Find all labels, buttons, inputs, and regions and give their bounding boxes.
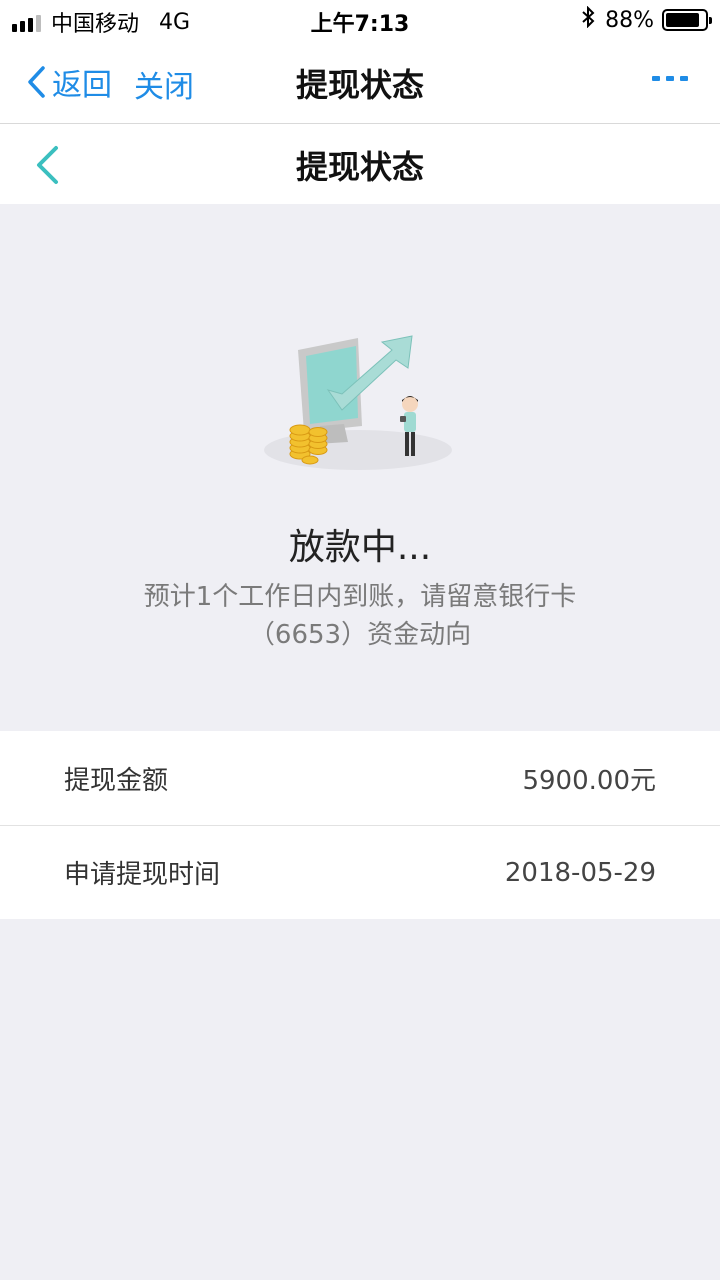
page-title: 提现状态 [295,66,424,104]
detail-label: 提现金额 [64,765,169,796]
more-icon[interactable] [652,76,688,81]
withdrawal-details: 提现金额 5900.00元 申请提现时间 2018-05-29 [0,731,720,919]
battery-icon [662,9,712,31]
browser-nav-bar: 返回 关闭 提现状态 [0,40,720,124]
status-description-line: 预计1个工作日内到账，请留意银行卡 [143,582,577,612]
bluetooth-icon [581,5,595,34]
detail-row-apply-time: 申请提现时间 2018-05-29 [0,825,720,919]
status-title: 放款中... [288,527,432,568]
app-header: 提现状态 [0,124,720,204]
withdrawal-status-section: 放款中... 预计1个工作日内到账，请留意银行卡 （6653）资金动向 [0,204,720,730]
detail-value: 5900.00元 [522,765,656,796]
battery-percent: 88% [605,7,654,33]
status-description-line: （6653）资金动向 [248,620,472,650]
status-description: 预计1个工作日内到账，请留意银行卡 （6653）资金动向 [80,578,640,654]
status-bar-right: 88% [581,5,712,34]
transfer-illustration-icon [264,335,452,470]
status-bar: 中国移动 4G 上午7:13 88% [0,0,720,40]
detail-label: 申请提现时间 [64,860,221,890]
detail-value: 2018-05-29 [504,857,656,888]
detail-row-amount: 提现金额 5900.00元 [0,731,720,825]
header-title: 提现状态 [295,148,424,186]
